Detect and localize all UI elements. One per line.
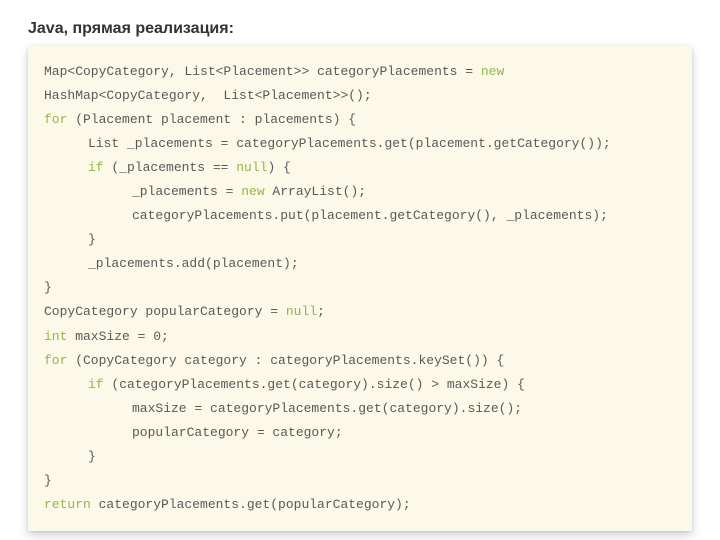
code-text: ) { (267, 160, 290, 175)
keyword-null: null (286, 304, 317, 319)
code-text: popularCategory = category; (44, 421, 343, 445)
code-block: Map<CopyCategory, List<Placement>> categ… (28, 46, 692, 531)
code-text: (_placements == (104, 160, 237, 175)
code-text: categoryPlacements.get(popularCategory); (91, 497, 411, 512)
code-text: } (44, 276, 676, 300)
code-text: (Placement placement : placements) { (67, 112, 356, 127)
code-text: (categoryPlacements.get(category).size()… (104, 377, 525, 392)
code-text: Map<CopyCategory, List<Placement>> categ… (44, 64, 481, 79)
keyword-for: for (44, 353, 67, 368)
code-text: HashMap<CopyCategory, List<Placement>>()… (44, 84, 676, 108)
code-text: maxSize = 0; (67, 329, 168, 344)
code-text: } (44, 445, 96, 469)
code-text: CopyCategory popularCategory = (44, 304, 286, 319)
code-text: } (44, 469, 676, 493)
keyword-if: if (88, 160, 104, 175)
keyword-new: new (241, 184, 264, 199)
keyword-null: null (236, 160, 267, 175)
code-text: } (44, 228, 96, 252)
keyword-for: for (44, 112, 67, 127)
code-text: ; (317, 304, 325, 319)
code-text: ArrayList(); (265, 184, 366, 199)
slide-container: Java, прямая реализация: Map<CopyCategor… (0, 0, 720, 531)
code-text: categoryPlacements.put(placement.getCate… (44, 204, 608, 228)
code-text: _placements.add(placement); (44, 252, 299, 276)
keyword-new: new (481, 64, 504, 79)
code-text: _placements = (132, 184, 241, 199)
code-text: (CopyCategory category : categoryPlaceme… (67, 353, 504, 368)
slide-heading: Java, прямая реализация: (28, 20, 692, 38)
keyword-return: return (44, 497, 91, 512)
code-text: List _placements = categoryPlacements.ge… (44, 132, 611, 156)
keyword-int: int (44, 329, 67, 344)
keyword-if: if (88, 377, 104, 392)
code-text: maxSize = categoryPlacements.get(categor… (44, 397, 522, 421)
